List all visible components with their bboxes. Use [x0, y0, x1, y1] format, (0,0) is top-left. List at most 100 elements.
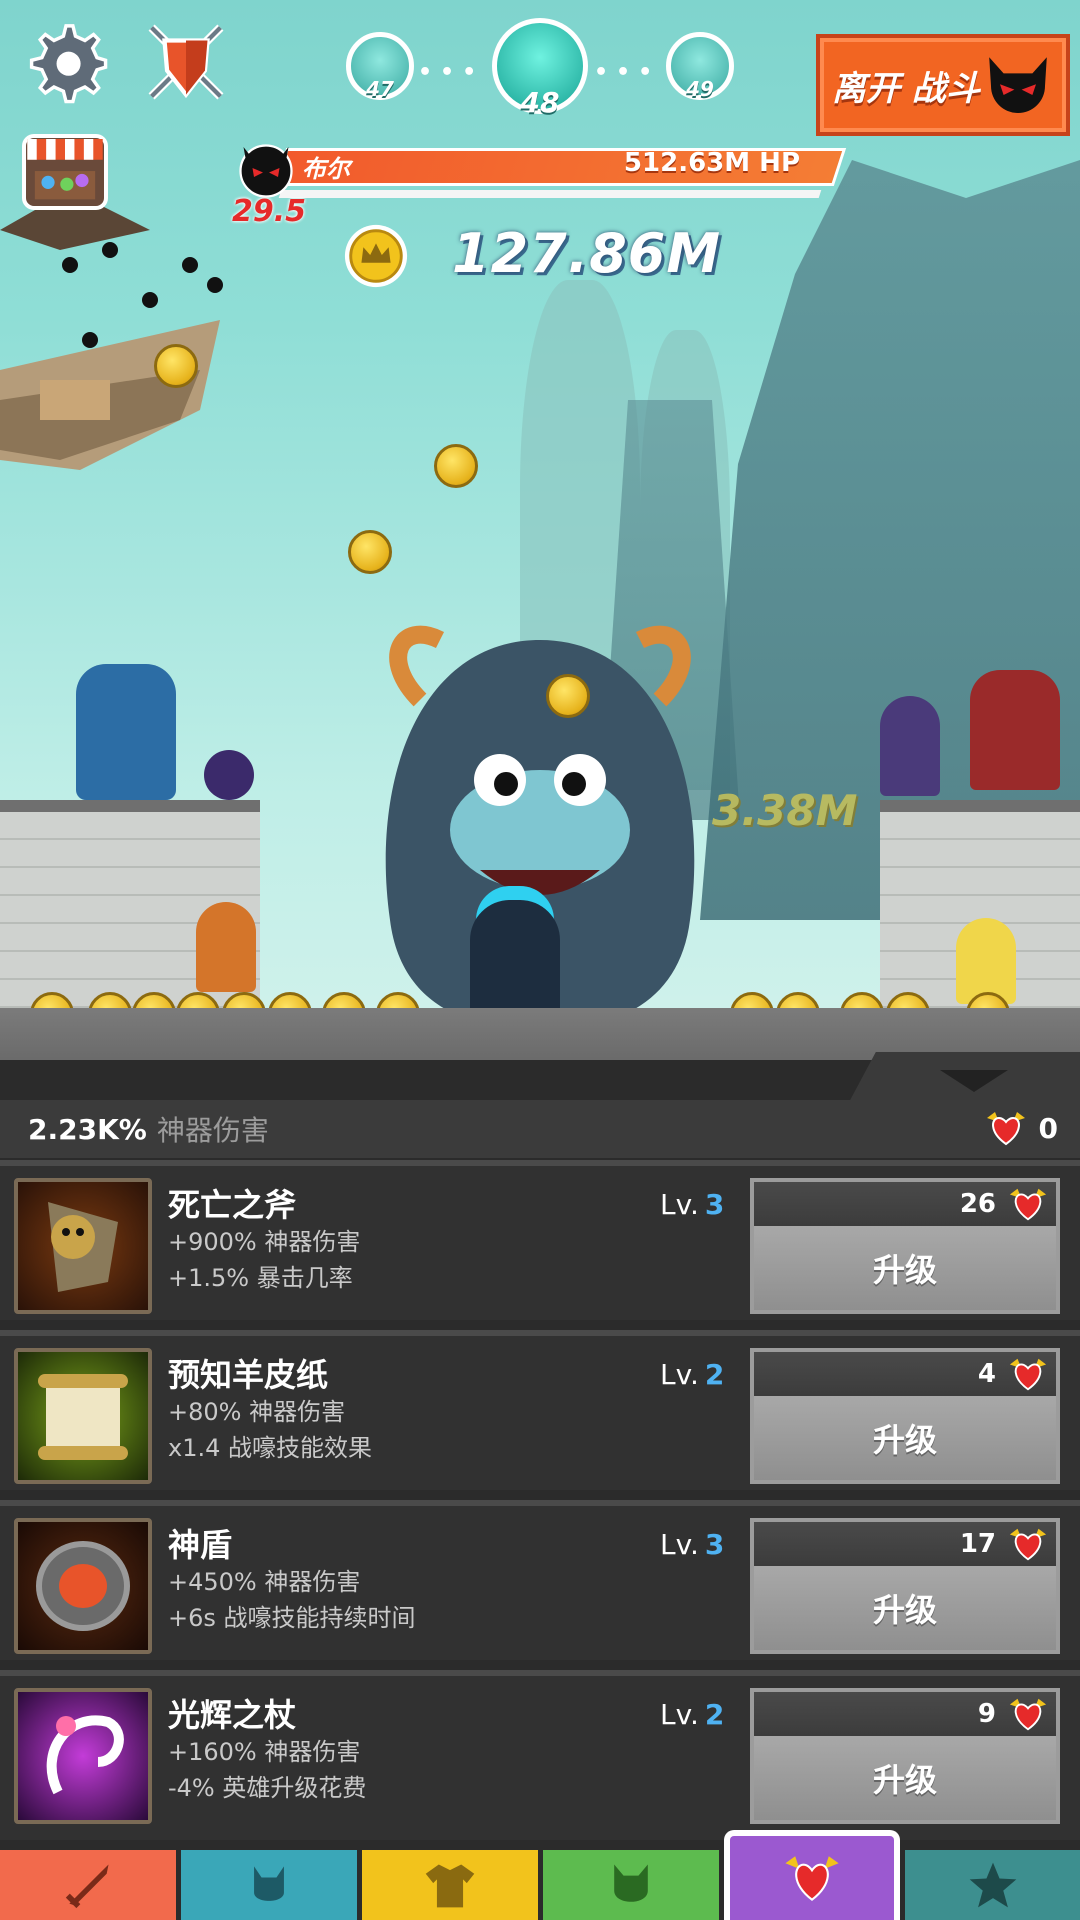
artifact-damage-label: 神器伤害	[156, 1114, 269, 1147]
level-value: 3	[704, 1528, 725, 1561]
bottom-nav	[0, 1830, 1080, 1920]
axe-of-death-icon	[14, 1178, 152, 1314]
settings-gear-icon[interactable]	[22, 18, 110, 106]
game-scene[interactable]: 47 ••• 48 ••• 49 离开 战斗 布尔 512.63M HP 29.…	[0, 0, 1080, 1060]
cost-value: 17	[959, 1529, 996, 1559]
gold-coin[interactable]	[154, 344, 198, 388]
leave-battle-button[interactable]: 离开 战斗	[816, 34, 1070, 136]
artifact-level: Lv. 3	[660, 1528, 724, 1561]
level-label: Lv.	[660, 1528, 699, 1561]
artifact-summary-bar: 2.23K% 神器伤害 0	[0, 1100, 1080, 1158]
parchment-scroll-icon	[14, 1348, 152, 1484]
cost-value: 4	[977, 1359, 996, 1389]
radiant-staff-icon	[14, 1688, 152, 1824]
shirt-icon	[425, 1864, 475, 1908]
relic-heart-icon	[1009, 1188, 1047, 1221]
upgrade-label: 升级	[754, 1566, 1056, 1650]
upgrade-cost: 9	[754, 1692, 1056, 1736]
relic-heart-icon	[1009, 1698, 1047, 1731]
artifact-damage-value: 2.23K%	[28, 1112, 147, 1146]
gold-coin[interactable]	[546, 674, 590, 718]
artifact-level: Lv. 2	[660, 1358, 724, 1391]
artifact-effect: +80% 神器伤害	[168, 1398, 346, 1426]
boss-hp: 512.63M HP	[623, 148, 800, 178]
level-value: 3	[704, 1188, 725, 1221]
level-label: Lv.	[660, 1358, 699, 1391]
hero-knight	[76, 664, 176, 800]
upgrade-button[interactable]: 26 升级	[750, 1178, 1060, 1314]
hero-gunner	[970, 670, 1060, 790]
level-label: Lv.	[660, 1698, 699, 1731]
upgrade-label: 升级	[754, 1736, 1056, 1820]
hero-archer	[880, 696, 940, 796]
helmet-icon	[254, 1866, 284, 1901]
boss-health-bar-underline	[278, 190, 822, 198]
stage-next: 49	[666, 32, 734, 101]
gold-coin[interactable]	[348, 530, 392, 574]
hero-warrior	[196, 902, 256, 992]
upgrade-label: 升级	[754, 1396, 1056, 1480]
gold-coin[interactable]	[434, 444, 478, 488]
artifact-level: Lv. 3	[660, 1188, 724, 1221]
pet-icon	[614, 1864, 648, 1902]
upgrade-button[interactable]: 9 升级	[750, 1688, 1060, 1824]
cost-value: 9	[977, 1699, 996, 1729]
artifact-effect: x1.4 战嚎技能效果	[168, 1434, 372, 1462]
artifact-row: 死亡之斧 +900% 神器伤害 +1.5% 暴击几率 Lv. 3 26 升级	[0, 1160, 1080, 1320]
artifact-effect: -4% 英雄升级花费	[168, 1774, 367, 1802]
stage-dots: •••	[418, 60, 485, 85]
level-value: 2	[704, 1698, 725, 1731]
sword-icon	[65, 1864, 109, 1909]
damage-popup: 3.38M	[712, 786, 858, 835]
artifact-effect: +1.5% 暴击几率	[168, 1264, 353, 1292]
upgrade-cost: 26	[754, 1182, 1056, 1226]
leave-battle-label: 离开 战斗	[832, 68, 980, 109]
gold-amount: 127.86M	[452, 222, 722, 285]
relic-counter: 0	[985, 1110, 1058, 1146]
tab-artifacts[interactable]	[724, 1830, 900, 1920]
stage-prev: 47	[346, 32, 414, 101]
tab-pets[interactable]	[543, 1850, 719, 1920]
artifact-name: 神盾	[168, 1526, 233, 1564]
boss-timer: 29.5	[232, 194, 307, 229]
artifact-row: 光辉之杖 +160% 神器伤害 -4% 英雄升级花费 Lv. 2 9 升级	[0, 1670, 1080, 1840]
tab-sword-master[interactable]	[0, 1850, 176, 1920]
upgrade-cost: 17	[754, 1522, 1056, 1566]
boss-name: 布尔	[302, 155, 350, 183]
artifact-row: 预知羊皮纸 +80% 神器伤害 x1.4 战嚎技能效果 Lv. 2 4 升级	[0, 1330, 1080, 1490]
artifact-name: 光辉之杖	[168, 1696, 297, 1734]
cost-value: 26	[959, 1189, 996, 1219]
tab-equipment[interactable]	[362, 1850, 538, 1920]
relic-heart-icon	[1009, 1528, 1047, 1561]
boss-portrait-icon	[239, 144, 293, 198]
artifact-effect: +450% 神器伤害	[168, 1568, 361, 1596]
gold-coin-icon	[344, 224, 408, 288]
heart-wings-icon	[785, 1856, 839, 1902]
clan-shield-icon[interactable]	[142, 18, 230, 106]
upgrade-button[interactable]: 17 升级	[750, 1518, 1060, 1654]
upgrade-button[interactable]: 4 升级	[750, 1348, 1060, 1484]
relic-count: 0	[1038, 1111, 1058, 1145]
stage-prev-number: 47	[366, 77, 394, 101]
stage-next-number: 49	[686, 77, 714, 101]
level-value: 2	[704, 1358, 725, 1391]
upgrade-label: 升级	[754, 1226, 1056, 1310]
hero-penguin-ninja	[204, 750, 254, 800]
shop-icon[interactable]	[22, 134, 108, 210]
stage-current-number: 48	[520, 86, 560, 119]
airship	[0, 170, 240, 470]
artifact-name: 死亡之斧	[168, 1186, 297, 1224]
divine-shield-icon	[14, 1518, 152, 1654]
panel-collapse-toggle[interactable]	[848, 1052, 1080, 1104]
artifact-row: 神盾 +450% 神器伤害 +6s 战嚎技能持续时间 Lv. 3 17 升级	[0, 1500, 1080, 1660]
artifact-effect: +6s 战嚎技能持续时间	[168, 1604, 416, 1632]
tab-heroes[interactable]	[181, 1850, 357, 1920]
tab-shop[interactable]	[905, 1850, 1080, 1920]
upgrade-cost: 4	[754, 1352, 1056, 1396]
stage-current: 48	[492, 18, 588, 119]
chevron-down-icon	[940, 1070, 1008, 1092]
relic-heart-icon	[986, 1112, 1025, 1146]
stage-dots: •••	[594, 60, 661, 85]
artifact-effect: +160% 神器伤害	[168, 1738, 361, 1766]
artifact-effect: +900% 神器伤害	[168, 1228, 361, 1256]
